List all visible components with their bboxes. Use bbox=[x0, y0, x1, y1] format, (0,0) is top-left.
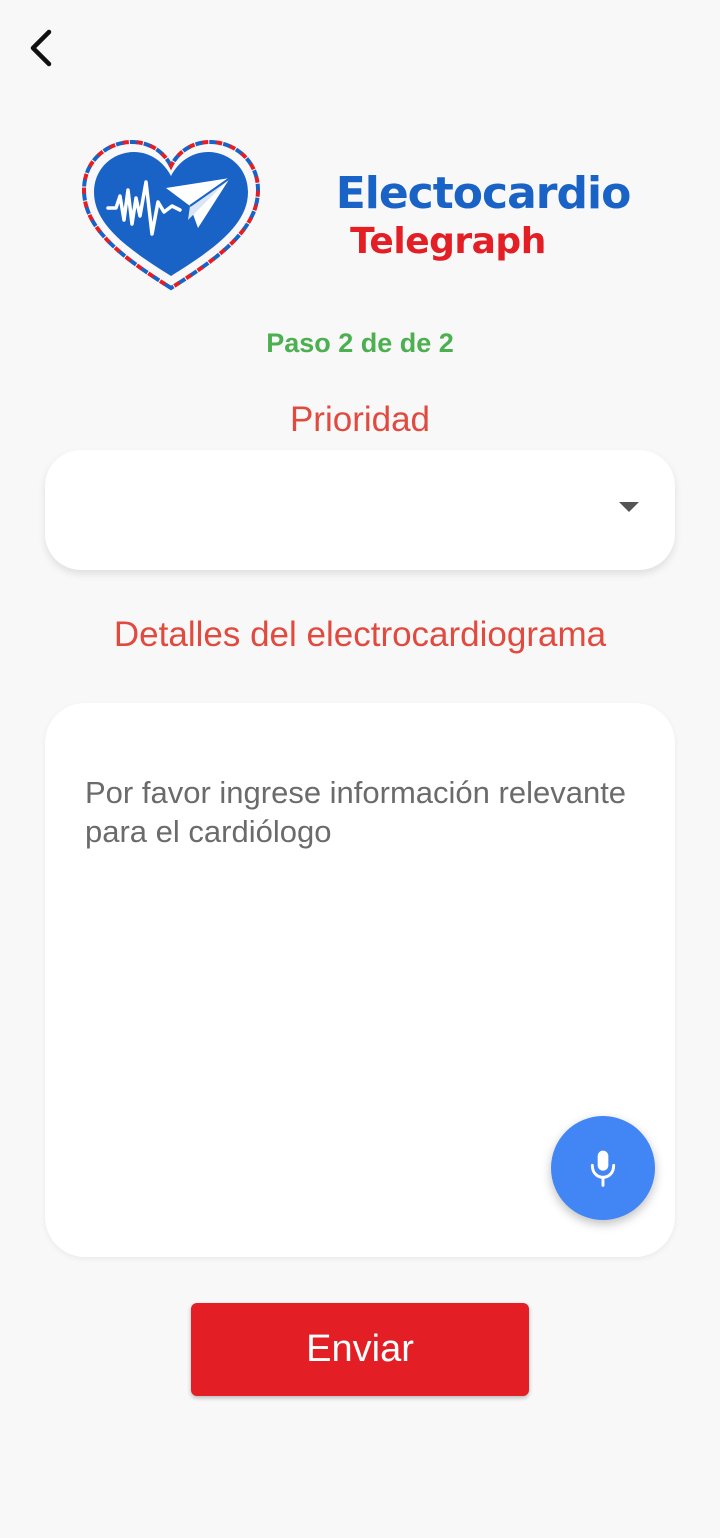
brand-name-line1: Electocardio bbox=[335, 168, 632, 219]
microphone-button[interactable] bbox=[551, 1116, 655, 1220]
app-logo bbox=[80, 138, 262, 293]
brand-name-line2: Telegraph bbox=[350, 221, 546, 262]
heart-ecg-paper-plane-logo bbox=[81, 139, 261, 291]
caret-down-icon bbox=[619, 502, 639, 512]
priority-label: Prioridad bbox=[289, 400, 431, 439]
back-button[interactable] bbox=[18, 24, 66, 72]
submit-button[interactable]: Enviar bbox=[191, 1303, 529, 1396]
screen: Electocardio Telegraph Paso 2 de de 2 Pr… bbox=[0, 0, 720, 1538]
chevron-left-icon bbox=[30, 29, 52, 67]
brand-name: Electocardio Telegraph bbox=[326, 168, 646, 264]
microphone-icon bbox=[590, 1150, 616, 1187]
priority-dropdown[interactable] bbox=[45, 450, 675, 570]
step-indicator: Paso 2 de de 2 bbox=[266, 328, 454, 358]
details-textarea[interactable] bbox=[85, 773, 645, 1093]
details-label: Detalles del electrocardiograma bbox=[113, 615, 607, 654]
